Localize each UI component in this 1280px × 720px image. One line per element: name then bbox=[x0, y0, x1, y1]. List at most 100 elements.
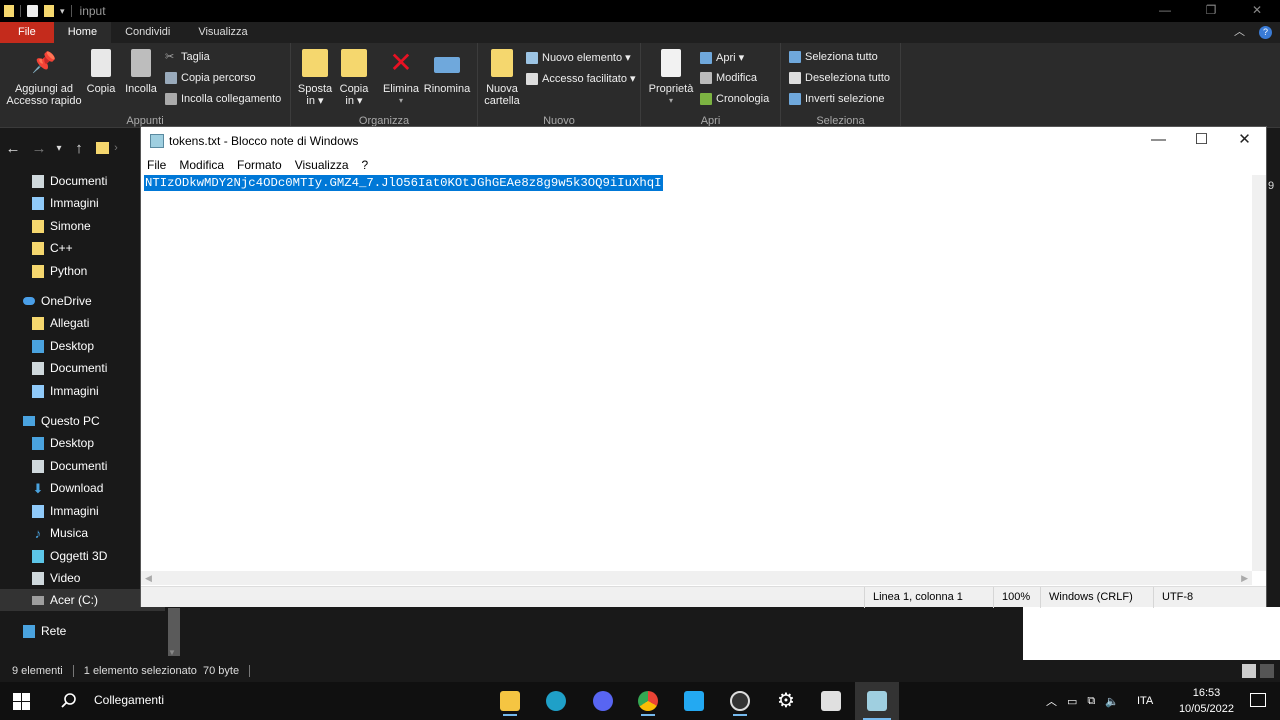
history-button[interactable]: Cronologia bbox=[700, 93, 769, 105]
close-button[interactable]: ✕ bbox=[1223, 127, 1266, 155]
open-button[interactable]: Apri ▾ bbox=[700, 51, 744, 64]
clock[interactable]: 16:53 10/05/2022 bbox=[1179, 685, 1234, 717]
file-explorer-taskbar-button[interactable] bbox=[495, 686, 525, 716]
selected-text[interactable]: NTIzODkwMDY2Njc4ODc0MTIy.GMZ4_7.JlO56Iat… bbox=[144, 175, 663, 191]
meet-now-icon[interactable]: ⧉ bbox=[1087, 695, 1095, 708]
chrome-taskbar-button[interactable] bbox=[633, 686, 663, 716]
sidebar-item-onedrive[interactable]: OneDrive bbox=[23, 290, 92, 312]
scroll-right-arrow-icon[interactable]: ▶ bbox=[1241, 571, 1248, 585]
details-view-icon[interactable] bbox=[1242, 664, 1256, 678]
sidebar-item-download[interactable]: ⬇ Download bbox=[32, 477, 104, 499]
minimize-button[interactable]: — bbox=[1137, 127, 1180, 155]
sidebar-item-immagini[interactable]: Immagini bbox=[32, 500, 99, 522]
sidebar-item-immagini[interactable]: Immagini bbox=[32, 380, 99, 402]
horizontal-scrollbar[interactable]: ◀ ▶ bbox=[141, 571, 1252, 585]
search-icon[interactable] bbox=[60, 692, 78, 710]
sidebar-item-cpp[interactable]: C++ bbox=[32, 237, 73, 259]
sidebar-item-documenti[interactable]: Documenti bbox=[32, 170, 107, 192]
search-box-label[interactable]: Collegamenti bbox=[94, 693, 164, 707]
settings-taskbar-button[interactable]: ⚙ bbox=[771, 686, 801, 716]
paste-button[interactable]: Incolla bbox=[123, 49, 159, 95]
copy-path-label: Copia percorso bbox=[181, 72, 256, 84]
sidebar-item-this-pc[interactable]: Questo PC bbox=[23, 410, 100, 432]
properties-icon[interactable] bbox=[27, 5, 38, 17]
windows-start-icon[interactable] bbox=[13, 693, 30, 710]
copy-to-icon bbox=[341, 49, 367, 77]
maximize-button[interactable]: ☐ bbox=[1180, 127, 1223, 155]
invert-selection-button[interactable]: Inverti selezione bbox=[789, 93, 885, 105]
new-folder-icon[interactable] bbox=[44, 5, 54, 17]
delete-button[interactable]: ✕ Elimina ▾ bbox=[381, 49, 421, 107]
sidebar-item-network[interactable]: Rete bbox=[23, 620, 66, 642]
sidebar-item-simone[interactable]: Simone bbox=[32, 215, 91, 237]
sidebar-item-immagini[interactable]: Immagini bbox=[32, 192, 99, 214]
vscode-taskbar-button[interactable] bbox=[679, 686, 709, 716]
show-hidden-icons-icon[interactable]: ︿ bbox=[1046, 693, 1057, 709]
discord-taskbar-button[interactable] bbox=[588, 686, 618, 716]
notepad-title-bar[interactable]: tokens.txt - Blocco note di Windows — ☐ … bbox=[141, 127, 1266, 155]
notification-center-icon[interactable] bbox=[1250, 693, 1266, 707]
customize-dropdown-icon[interactable]: ▾ bbox=[60, 6, 65, 17]
restore-button[interactable]: ❐ bbox=[1188, 0, 1234, 22]
sidebar-item-video[interactable]: Video bbox=[32, 567, 80, 589]
help-icon[interactable]: ? bbox=[1259, 26, 1272, 39]
move-to-button[interactable]: Sposta in ▾ bbox=[297, 49, 333, 107]
copy-path-button[interactable]: Copia percorso bbox=[165, 72, 256, 84]
sidebar-item-allegati[interactable]: Allegati bbox=[32, 312, 89, 334]
edge-taskbar-button[interactable] bbox=[541, 686, 571, 716]
sidebar-item-label: Download bbox=[50, 481, 104, 495]
collapse-ribbon-icon[interactable]: ︿ bbox=[1234, 22, 1245, 43]
notepad-taskbar-button[interactable] bbox=[855, 682, 899, 720]
copy-button[interactable]: Copia bbox=[86, 49, 116, 95]
scroll-down-arrow-icon[interactable]: ▼ bbox=[168, 648, 176, 657]
sidebar-item-desktop[interactable]: Desktop bbox=[32, 432, 94, 454]
sidebar-item-documenti[interactable]: Documenti bbox=[32, 455, 107, 477]
tab-view[interactable]: Visualizza bbox=[184, 22, 261, 43]
sidebar-item-label: Musica bbox=[50, 526, 89, 540]
notepad-text-area[interactable]: NTIzODkwMDY2Njc4ODc0MTIy.GMZ4_7.JlO56Iat… bbox=[144, 175, 1252, 571]
select-all-button[interactable]: Seleziona tutto bbox=[789, 51, 878, 63]
new-item-button[interactable]: Nuovo elemento ▾ bbox=[526, 51, 631, 64]
back-arrow-icon[interactable]: ← bbox=[0, 140, 26, 157]
sidebar-item-oggetti-3d[interactable]: Oggetti 3D bbox=[32, 545, 107, 567]
copy-to-button[interactable]: Copia in ▾ bbox=[337, 49, 371, 107]
properties-button[interactable]: Proprietà ▾ bbox=[647, 49, 695, 107]
language-indicator[interactable]: ITA bbox=[1137, 695, 1153, 707]
close-button[interactable]: ✕ bbox=[1234, 0, 1280, 22]
rename-button[interactable]: Rinomina bbox=[422, 49, 472, 95]
scroll-left-arrow-icon[interactable]: ◀ bbox=[145, 571, 152, 585]
menu-format[interactable]: Formato bbox=[237, 158, 282, 172]
properties-dropdown-icon[interactable]: ▾ bbox=[647, 95, 695, 107]
recent-locations-icon[interactable]: ▾ bbox=[52, 143, 66, 154]
sidebar-item-documenti[interactable]: Documenti bbox=[32, 357, 107, 379]
menu-view[interactable]: Visualizza bbox=[295, 158, 349, 172]
menu-file[interactable]: File bbox=[147, 158, 166, 172]
easy-access-button[interactable]: Accesso facilitato ▾ bbox=[526, 72, 636, 85]
tab-share[interactable]: Condividi bbox=[111, 22, 184, 43]
battery-icon[interactable]: ▭ bbox=[1067, 695, 1077, 708]
delete-dropdown-icon[interactable]: ▾ bbox=[381, 95, 421, 107]
tab-file[interactable]: File bbox=[0, 22, 54, 43]
sidebar-item-python[interactable]: Python bbox=[32, 260, 87, 282]
up-arrow-icon[interactable]: ↑ bbox=[66, 140, 92, 157]
sidebar-item-label: Documenti bbox=[50, 361, 108, 375]
menu-help[interactable]: ? bbox=[362, 158, 369, 172]
large-icons-view-icon[interactable] bbox=[1260, 664, 1274, 678]
sidebar-item-musica[interactable]: ♪ Musica bbox=[32, 522, 88, 544]
select-none-button[interactable]: Deseleziona tutto bbox=[789, 72, 890, 84]
app-taskbar-button[interactable] bbox=[816, 686, 846, 716]
breadcrumb-chevron-icon[interactable]: › bbox=[109, 142, 123, 154]
menu-edit[interactable]: Modifica bbox=[179, 158, 224, 172]
new-folder-button[interactable]: Nuova cartella bbox=[482, 49, 522, 107]
paste-shortcut-button[interactable]: Incolla collegamento bbox=[165, 93, 281, 105]
volume-icon[interactable]: 🔈 bbox=[1105, 695, 1119, 708]
obs-taskbar-button[interactable] bbox=[725, 686, 755, 716]
edit-button[interactable]: Modifica bbox=[700, 72, 757, 84]
tab-home[interactable]: Home bbox=[53, 22, 112, 43]
sidebar-item-desktop[interactable]: Desktop bbox=[32, 335, 94, 357]
vertical-scrollbar[interactable] bbox=[1252, 175, 1266, 571]
forward-arrow-icon[interactable]: → bbox=[26, 140, 52, 157]
pin-quick-access-button[interactable]: 📌 Aggiungi ad Accesso rapido bbox=[6, 49, 82, 107]
cut-button[interactable]: ✂ Taglia bbox=[165, 51, 210, 63]
minimize-button[interactable]: — bbox=[1142, 0, 1188, 22]
